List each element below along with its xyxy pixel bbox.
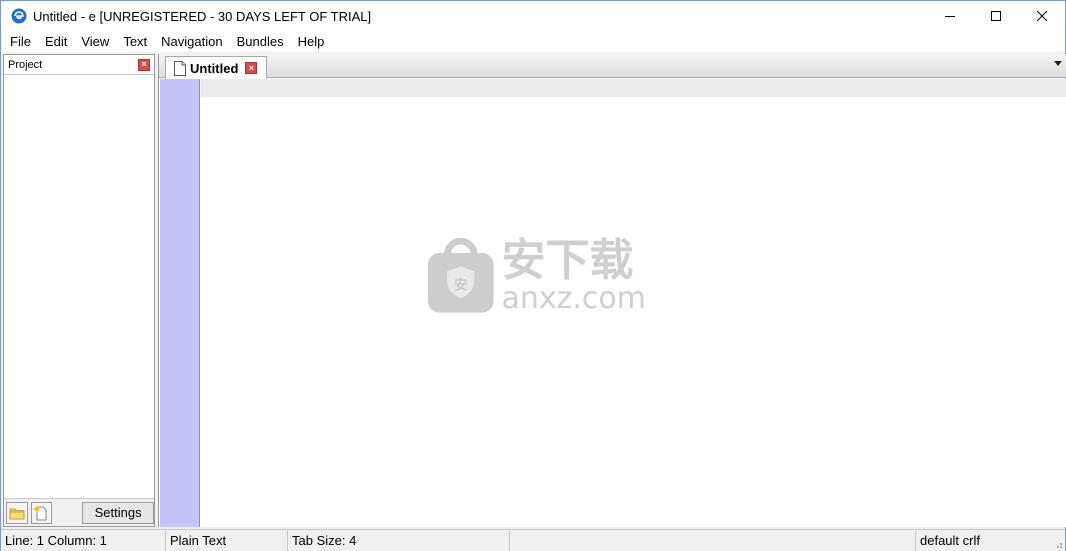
tab-close-icon[interactable]: × <box>245 62 258 74</box>
app-logo-icon <box>11 8 27 24</box>
window-controls <box>927 1 1065 31</box>
resize-grip-icon[interactable] <box>1053 539 1063 549</box>
menu-bundles[interactable]: Bundles <box>230 31 291 52</box>
menu-bar: File Edit View Text Navigation Bundles H… <box>1 31 1065 52</box>
watermark-domain: anxz.com <box>501 281 646 316</box>
current-line-highlight <box>201 79 1066 97</box>
watermark-text: 安下载 anxz.com <box>501 238 646 314</box>
minimize-button[interactable] <box>927 1 973 31</box>
project-panel-footer: Settings <box>4 498 154 526</box>
tab-label: Untitled <box>190 60 239 76</box>
tab-list-dropdown-icon[interactable] <box>1054 61 1062 66</box>
open-folder-icon <box>9 508 25 519</box>
project-tree[interactable] <box>4 76 154 500</box>
new-file-icon <box>33 505 47 520</box>
svg-text:安: 安 <box>454 278 468 294</box>
maximize-button[interactable] <box>973 1 1019 31</box>
app-window: Untitled - e [UNREGISTERED - 30 DAYS LEF… <box>0 0 1066 551</box>
tab-bar: Untitled × <box>159 54 1066 79</box>
project-panel-header: Project × <box>4 55 154 75</box>
status-line-ending[interactable]: default crlf <box>916 531 1065 551</box>
status-syntax-mode[interactable]: Plain Text <box>166 530 288 551</box>
document-icon <box>174 60 186 76</box>
window-title: Untitled - e [UNREGISTERED - 30 DAYS LEF… <box>33 8 372 24</box>
menu-text[interactable]: Text <box>116 31 154 52</box>
menu-help[interactable]: Help <box>291 31 332 52</box>
watermark-chinese: 安下载 <box>501 235 634 286</box>
title-bar[interactable]: Untitled - e [UNREGISTERED - 30 DAYS LEF… <box>1 1 1065 31</box>
menu-edit[interactable]: Edit <box>38 31 74 52</box>
minimize-icon <box>945 16 955 17</box>
line-number-gutter <box>160 79 200 527</box>
menu-file[interactable]: File <box>3 31 38 52</box>
watermark: 安 安下载 anxz.com <box>426 235 646 317</box>
project-panel: Project × Settings <box>3 54 155 527</box>
status-cursor-position: Line: 1 Column: 1 <box>1 530 166 551</box>
close-button[interactable] <box>1019 1 1065 31</box>
tab-untitled[interactable]: Untitled × <box>165 56 267 79</box>
settings-button[interactable]: Settings <box>82 501 154 524</box>
status-bar: Line: 1 Column: 1 Plain Text Tab Size: 4… <box>1 529 1065 551</box>
open-folder-button[interactable] <box>6 501 28 524</box>
menu-view[interactable]: View <box>74 31 116 52</box>
project-panel-close-icon[interactable]: × <box>138 58 150 71</box>
maximize-icon <box>991 11 1001 21</box>
status-tab-size[interactable]: Tab Size: 4 <box>288 530 510 551</box>
new-file-button[interactable] <box>30 501 53 524</box>
project-panel-title: Project <box>8 58 43 71</box>
shield-bag-icon: 安 <box>427 237 494 313</box>
menu-navigation[interactable]: Navigation <box>154 31 229 52</box>
status-spacer <box>510 530 916 551</box>
close-icon <box>1036 10 1048 22</box>
